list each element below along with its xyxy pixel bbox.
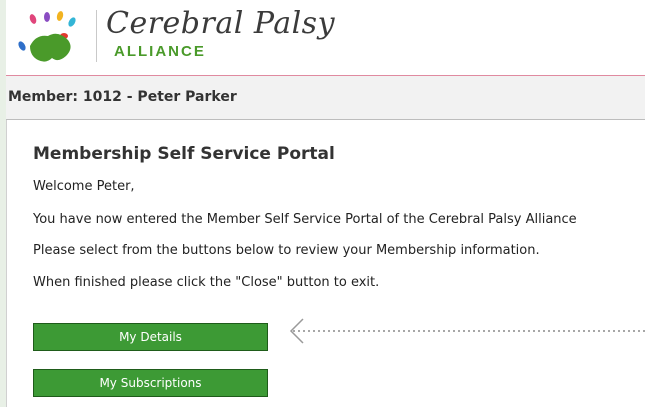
logo-dot-yellow bbox=[56, 11, 64, 21]
instruction-text: Please select from the buttons below to … bbox=[33, 243, 540, 258]
page-title: Membership Self Service Portal bbox=[33, 144, 335, 164]
main-content: Membership Self Service Portal Welcome P… bbox=[6, 120, 645, 407]
logo-subtitle: ALLIANCE bbox=[114, 43, 206, 60]
close-note-text: When finished please click the "Close" b… bbox=[33, 275, 380, 290]
intro-text: You have now entered the Member Self Ser… bbox=[33, 212, 577, 227]
header: Cerebral Palsy ALLIANCE bbox=[6, 0, 645, 75]
logo-name: Cerebral Palsy bbox=[106, 6, 336, 41]
my-details-button[interactable]: My Details bbox=[33, 323, 268, 351]
logo-dot-purple bbox=[44, 12, 50, 22]
member-label: Member: 1012 - Peter Parker bbox=[8, 89, 237, 105]
logo: Cerebral Palsy ALLIANCE bbox=[8, 6, 335, 66]
logo-map-shape bbox=[30, 33, 71, 62]
logo-dot-cyan bbox=[68, 17, 76, 27]
pointer-arrow-icon bbox=[289, 318, 645, 344]
logo-dot-pink bbox=[29, 14, 37, 24]
logo-dot-blue bbox=[18, 41, 26, 51]
logo-mark-icon bbox=[18, 11, 76, 62]
app-frame: Cerebral Palsy ALLIANCE Member: 1012 - P… bbox=[6, 0, 645, 407]
logo-separator bbox=[96, 10, 97, 62]
member-bar: Member: 1012 - Peter Parker bbox=[6, 76, 645, 120]
welcome-text: Welcome Peter, bbox=[33, 179, 135, 194]
my-subscriptions-button[interactable]: My Subscriptions bbox=[33, 369, 268, 397]
